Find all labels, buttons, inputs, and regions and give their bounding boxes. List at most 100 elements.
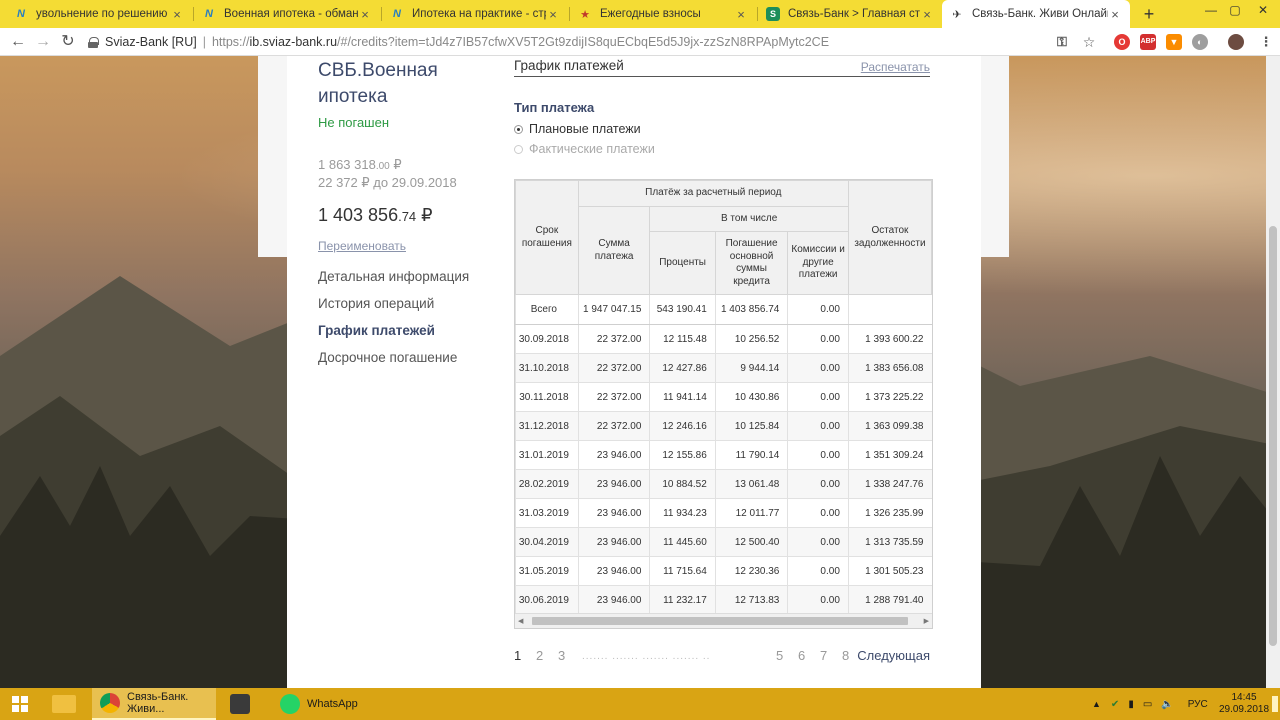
cell-date: 30.06.2019 [515, 585, 579, 615]
currency: ₽ [416, 205, 433, 225]
browser-tab-6-active[interactable]: ✈ Связь-Банк. Живи Онлайн 3.3. × [942, 0, 1130, 28]
taskbar-chrome[interactable]: Связь-Банк. Живи... [92, 688, 216, 720]
cell-remaining: 1 301 505.23 [847, 556, 932, 586]
radio-actual[interactable]: Фактические платежи [514, 142, 655, 156]
menu-item-early-repayment[interactable]: Досрочное погашение [318, 350, 469, 377]
menu-item-details[interactable]: Детальная информация [318, 269, 469, 296]
header-remaining: Остаток задолженности [847, 180, 932, 295]
taskbar-label: WhatsApp [307, 698, 358, 710]
tray-app-icon[interactable]: ✔ [1111, 699, 1119, 710]
loan-initial-amount: 1 863 318.00 ₽ [318, 157, 402, 173]
cell-interest: 12 155.86 [649, 440, 716, 470]
next-page-link[interactable]: Следующая [857, 648, 930, 663]
taskbar-world-of-tanks[interactable] [222, 688, 266, 720]
page-1[interactable]: 1 [514, 648, 521, 663]
browser-tab-1[interactable]: N увольнение по решению ввк × [6, 0, 192, 28]
cell-principal: 12 713.83 [714, 585, 788, 615]
radio-unselected-icon[interactable] [514, 144, 523, 154]
close-icon[interactable]: × [546, 7, 560, 22]
cell-date: 31.01.2019 [515, 440, 579, 470]
back-arrow-icon[interactable]: ← [8, 32, 28, 52]
scroll-right-icon[interactable]: ▶ [924, 617, 929, 625]
cell-fees: 0.00 [787, 556, 849, 586]
cell-sum: 22 372.00 [577, 411, 650, 441]
browser-tab-3[interactable]: N Ипотека на практике - стр. 327 × [382, 0, 568, 28]
close-icon[interactable]: × [170, 7, 184, 22]
table-row: 31.03.2019 23 946.00 11 934.23 12 011.77 0.0… [515, 498, 932, 528]
url-scheme: https:// [211, 35, 250, 49]
cell-interest: 11 941.14 [649, 382, 716, 412]
page-6[interactable]: 6 [798, 648, 805, 663]
tray-chevron-icon[interactable]: ▲ [1092, 699, 1101, 709]
page-3[interactable]: 3 [558, 648, 565, 663]
schedule-table: Срок погашения Платёж за расчетный перио… [515, 180, 932, 615]
table-row: 30.04.2019 23 946.00 11 445.60 12 500.40 0.0… [515, 527, 932, 557]
rename-link[interactable]: Переименовать [318, 239, 406, 253]
cell-interest: 12 427.86 [649, 353, 716, 383]
profile-avatar[interactable] [1228, 34, 1244, 50]
forward-arrow-icon[interactable]: → [33, 32, 53, 52]
clock[interactable]: 14:45 29.09.2018 [1218, 692, 1270, 716]
cell-remaining: 1 393 600.22 [847, 324, 932, 354]
url-separator: | [202, 35, 206, 49]
cell-remaining: 1 383 656.08 [847, 353, 932, 383]
url-text[interactable]: https://ib.sviaz-bank.ru/#/credits?item=… [212, 35, 829, 49]
section-title: График платежей Распечатать [514, 58, 930, 77]
radio-selected-icon[interactable] [514, 124, 523, 134]
opera-icon[interactable]: O [1114, 34, 1130, 50]
new-tab-button[interactable]: + [1138, 3, 1160, 25]
cell-interest: 12 246.16 [649, 411, 716, 441]
page-7[interactable]: 7 [820, 648, 827, 663]
menu-item-schedule[interactable]: График платежей [318, 323, 469, 350]
taskbar-file-explorer[interactable] [46, 688, 86, 720]
network-icon[interactable]: ▮ [1128, 699, 1134, 710]
table-horizontal-scrollbar[interactable]: ◀ ▶ [515, 613, 932, 628]
page-8[interactable]: 8 [842, 648, 849, 663]
cell-sum: 23 946.00 [577, 498, 650, 528]
bookmark-star-icon[interactable]: ☆ [1081, 34, 1097, 50]
reload-icon[interactable]: ↻ [58, 32, 78, 52]
radio-planned[interactable]: Плановые платежи [514, 122, 641, 136]
start-button[interactable] [0, 688, 40, 720]
volume-icon[interactable]: 🔈 [1161, 699, 1173, 710]
key-icon[interactable]: ⚿ [1054, 34, 1070, 50]
cell-fees: 0.00 [787, 469, 849, 499]
extension-icon[interactable]: ◐ [1192, 34, 1208, 50]
browser-tab-2[interactable]: N Военная ипотека - обман воен × [194, 0, 380, 28]
header-including: В том числе [649, 206, 849, 232]
clock-date: 29.09.2018 [1218, 704, 1270, 715]
language-indicator[interactable]: РУС [1188, 699, 1208, 710]
total-sum: 1 947 047.15 [577, 294, 650, 325]
table-row: 30.11.2018 22 372.00 11 941.14 10 430.86 0.0… [515, 382, 932, 412]
scroll-left-icon[interactable]: ◀ [518, 617, 523, 625]
taskbar-whatsapp[interactable]: WhatsApp [272, 688, 384, 720]
balance-cents: .74 [398, 209, 417, 224]
whatsapp-icon [280, 694, 300, 714]
close-icon[interactable]: × [1108, 7, 1122, 22]
cell-date: 31.05.2019 [515, 556, 579, 586]
page-5[interactable]: 5 [776, 648, 783, 663]
close-icon[interactable]: × [358, 7, 372, 22]
print-link[interactable]: Распечатать [861, 60, 930, 74]
brave-shield-icon[interactable]: ▼ [1166, 34, 1182, 50]
close-icon[interactable]: × [734, 7, 748, 22]
adblock-icon[interactable]: ABP [1140, 34, 1156, 50]
show-desktop-button[interactable] [1272, 696, 1278, 712]
page-2[interactable]: 2 [536, 648, 543, 663]
close-window-button[interactable]: ✕ [1240, 0, 1280, 22]
close-icon[interactable]: × [920, 7, 934, 22]
menu-dots-icon[interactable]: ⋮ [1258, 34, 1274, 50]
menu-item-history[interactable]: История операций [318, 296, 469, 323]
clock-time: 14:45 [1231, 692, 1257, 703]
address-bar[interactable]: Sviaz-Bank [RU] | https://ib.sviaz-bank.… [88, 31, 1106, 53]
currency: ₽ [389, 157, 402, 172]
browser-tab-4[interactable]: ★ Ежегодные взносы × [570, 0, 756, 28]
scrollbar-thumb[interactable] [532, 617, 908, 625]
battery-icon[interactable]: ▭ [1143, 699, 1152, 710]
browser-tab-5[interactable]: S Связь-Банк > Главная страниц × [758, 0, 942, 28]
scrollbar-thumb[interactable] [1269, 226, 1277, 646]
header-fees: Комиссии и другие платежи [787, 231, 849, 295]
cell-sum: 22 372.00 [577, 353, 650, 383]
page-scrollbar[interactable] [1266, 56, 1280, 688]
taskbar-label: Связь-Банк. Живи... [127, 691, 189, 715]
